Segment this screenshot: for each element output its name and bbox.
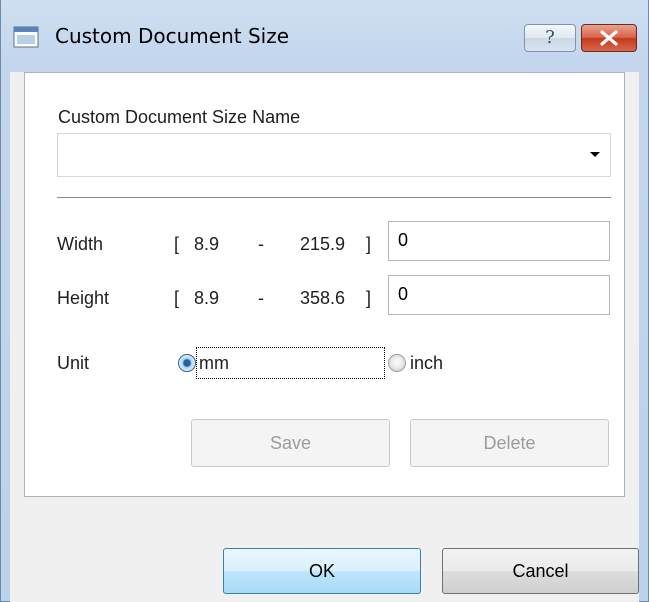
dialog-window: Custom Document Size ? Custom Document S…	[0, 0, 649, 602]
height-dash: -	[258, 288, 264, 308]
width-input[interactable]: 0	[388, 221, 610, 261]
close-button[interactable]	[581, 24, 637, 52]
unit-inch-radio[interactable]	[388, 354, 406, 372]
save-button[interactable]: Save	[191, 419, 390, 467]
cancel-button[interactable]: Cancel	[442, 548, 639, 594]
unit-inch-label[interactable]: inch	[410, 353, 443, 374]
title-bar[interactable]: Custom Document Size ?	[1, 0, 648, 72]
height-open-bracket: [	[174, 288, 180, 308]
dialog-client-area: Custom Document Size Name Width [ 8.9 - …	[10, 72, 639, 602]
height-close-bracket: ]	[366, 288, 372, 308]
close-icon	[600, 30, 618, 46]
height-label: Height	[57, 288, 110, 308]
dropdown-arrow-icon[interactable]	[590, 152, 600, 157]
width-min: 8.9	[194, 234, 220, 254]
app-icon	[13, 26, 39, 48]
document-size-panel: Custom Document Size Name Width [ 8.9 - …	[24, 72, 625, 497]
unit-mm-radio[interactable]	[178, 354, 196, 372]
width-label: Width	[57, 234, 104, 254]
size-name-combobox[interactable]	[57, 133, 611, 177]
width-open-bracket: [	[174, 234, 180, 254]
width-dash: -	[258, 234, 264, 254]
delete-button[interactable]: Delete	[410, 419, 609, 467]
ok-button[interactable]: OK	[223, 548, 421, 594]
name-label: Custom Document Size Name	[58, 107, 301, 127]
help-icon: ?	[545, 27, 555, 48]
divider	[57, 197, 611, 198]
height-min: 8.9	[194, 288, 220, 308]
width-close-bracket: ]	[366, 234, 372, 254]
height-max: 358.6	[300, 288, 346, 308]
width-max: 215.9	[300, 234, 346, 254]
unit-label: Unit	[57, 353, 90, 373]
window-title: Custom Document Size	[55, 24, 290, 48]
help-button[interactable]: ?	[524, 24, 576, 52]
unit-mm-label[interactable]: mm	[199, 353, 229, 374]
height-input[interactable]: 0	[388, 275, 610, 315]
